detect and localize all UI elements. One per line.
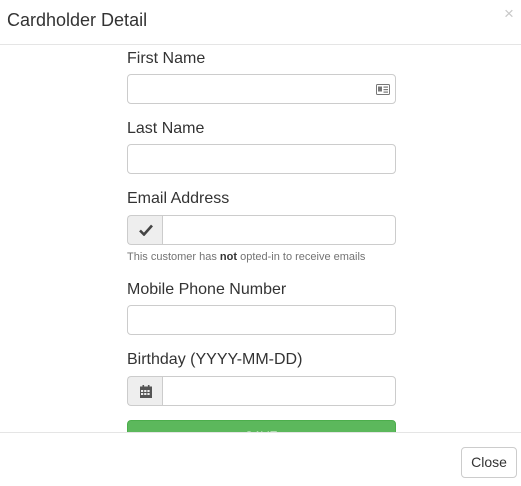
email-address-label: Email Address: [127, 190, 230, 207]
last-name-input[interactable]: [127, 144, 396, 174]
last-name-label: Last Name: [127, 120, 205, 137]
modal-header: Cardholder Detail ×: [0, 0, 521, 45]
checkmark-icon: [138, 224, 153, 236]
help-text-prefix: This customer has: [127, 251, 220, 263]
calendar-icon: [139, 384, 152, 398]
first-name-label: First Name: [127, 50, 206, 67]
help-text-suffix: opted-in to receive emails: [237, 251, 366, 263]
close-icon[interactable]: ×: [501, 5, 517, 23]
save-button[interactable]: Save: [127, 420, 396, 432]
email-opt-in-help-text: This customer has not opted-in to receiv…: [127, 250, 365, 264]
close-button[interactable]: Close: [461, 447, 517, 478]
id-card-icon: [376, 84, 390, 95]
cardholder-detail-modal: Cardholder Detail × First Name Last Name…: [0, 0, 521, 486]
modal-footer: Close: [0, 432, 521, 486]
modal-title: Cardholder Detail: [7, 10, 148, 30]
modal-body[interactable]: First Name Last Name Email Address This …: [0, 46, 521, 432]
email-opt-in-addon[interactable]: [127, 215, 163, 245]
birthday-input[interactable]: [162, 376, 396, 406]
help-text-emphasis: not: [219, 251, 238, 263]
birthday-label: Birthday (YYYY-MM-DD): [127, 351, 303, 368]
email-input[interactable]: [162, 215, 396, 245]
first-name-input[interactable]: [127, 74, 396, 104]
mobile-phone-label: Mobile Phone Number: [127, 281, 287, 298]
birthday-calendar-addon[interactable]: [127, 376, 163, 406]
mobile-phone-input[interactable]: [127, 305, 396, 335]
